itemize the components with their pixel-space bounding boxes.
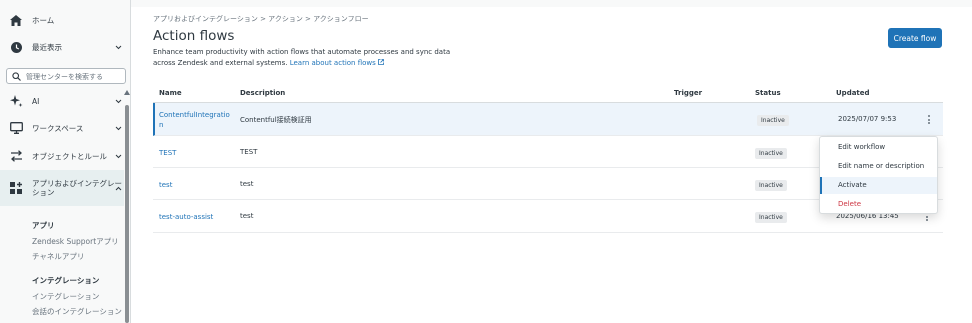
more-options-icon[interactable] [928, 115, 931, 124]
arrows-icon [9, 149, 23, 163]
sidebar-item-label: 最近表示 [32, 42, 62, 52]
flow-name-link[interactable]: test-auto-assist [159, 212, 213, 222]
sidebar-item-label: オブジェクトとルール [32, 151, 107, 161]
sidebar-link-integrations[interactable]: インテグレーション [32, 291, 99, 302]
chevron-down-icon [115, 45, 122, 49]
menu-item-delete[interactable]: Delete [820, 196, 937, 213]
column-header-status[interactable]: Status [755, 89, 781, 97]
flow-name-link[interactable]: ContentfulIntegratio n [159, 110, 231, 130]
sidebar-item-recent[interactable]: 最近表示 [0, 34, 124, 60]
sidebar-item-workspace[interactable]: ワークスペース [0, 115, 124, 141]
sidebar-item-ai[interactable]: AI [0, 88, 124, 114]
top-band [131, 0, 972, 7]
scrollbar-thumb[interactable] [125, 105, 129, 323]
status-badge: Inactive [755, 148, 787, 159]
flow-name-link[interactable]: TEST [159, 148, 176, 158]
sidebar-item-label: AI [32, 96, 40, 106]
page-description: Enhance team productivity with action fl… [153, 47, 463, 69]
apps-icon [9, 181, 23, 195]
clock-icon [9, 40, 23, 54]
sparkle-icon [9, 94, 23, 108]
flow-updated: 2025/07/07 9:53 [838, 115, 897, 123]
sidebar-item-label: アプリおよびインテグレー ション [32, 179, 122, 197]
scroll-up-arrow-icon[interactable] [124, 90, 130, 95]
flow-name-link[interactable]: test [159, 180, 172, 190]
page-title: Action flows [153, 28, 235, 44]
status-badge: Inactive [757, 115, 789, 126]
row-actions-menu: Edit workflow Edit name or description A… [819, 136, 938, 214]
sidebar-item-objects-rules[interactable]: オブジェクトとルール [0, 143, 124, 169]
chevron-down-icon [115, 126, 122, 130]
menu-item-edit-name-description[interactable]: Edit name or description [820, 158, 937, 175]
chevron-up-icon [115, 186, 122, 190]
sidebar: ホーム 最近表示 管理センターを検索する AI ワークスペース オブジェクトとル… [0, 0, 131, 323]
sidebar-item-apps-integrations[interactable]: アプリおよびインテグレー ション [0, 170, 124, 206]
menu-item-activate[interactable]: Activate [820, 177, 937, 194]
flow-description: test [240, 212, 254, 220]
search-placeholder: 管理センターを検索する [26, 73, 103, 81]
integrations-section-heading: インテグレーション [32, 276, 100, 285]
sidebar-link-channel-apps[interactable]: チャネルアプリ [32, 251, 84, 262]
sidebar-link-conversation-integrations[interactable]: 会話のインテグレーション [32, 306, 122, 317]
create-flow-button[interactable]: Create flow [888, 28, 942, 48]
status-badge: Inactive [755, 180, 787, 191]
flow-description: Contentful接続検証用 [240, 116, 312, 124]
chevron-down-icon [115, 99, 122, 103]
monitor-icon [9, 121, 23, 135]
chevron-down-icon [115, 154, 122, 158]
search-icon [12, 72, 21, 83]
sidebar-link-zendesk-support-apps[interactable]: Zendesk Supportアプリ [32, 236, 119, 247]
breadcrumb[interactable]: アプリおよびインテグレーション > アクション > アクションフロー [153, 14, 369, 24]
status-badge: Inactive [755, 212, 787, 223]
sidebar-item-label: ホーム [32, 15, 55, 25]
menu-item-edit-workflow[interactable]: Edit workflow [820, 139, 937, 156]
column-header-trigger[interactable]: Trigger [674, 89, 702, 97]
search-input[interactable]: 管理センターを検索する [6, 68, 126, 84]
column-header-description[interactable]: Description [240, 89, 285, 97]
sidebar-item-label: ワークスペース [32, 123, 84, 133]
flow-description: TEST [240, 148, 258, 156]
apps-section-heading: アプリ [32, 221, 55, 230]
home-icon [9, 13, 23, 27]
sidebar-scrollbar[interactable] [124, 90, 130, 323]
learn-more-link[interactable]: Learn about action flows [290, 59, 384, 67]
column-header-name[interactable]: Name [159, 89, 182, 97]
table-row[interactable]: ContentfulIntegratio n Contentful接続検証用 I… [153, 103, 943, 136]
column-header-updated[interactable]: Updated [836, 89, 870, 97]
external-link-icon [378, 59, 384, 65]
flow-description: test [240, 180, 254, 188]
sidebar-item-home[interactable]: ホーム [0, 7, 124, 33]
